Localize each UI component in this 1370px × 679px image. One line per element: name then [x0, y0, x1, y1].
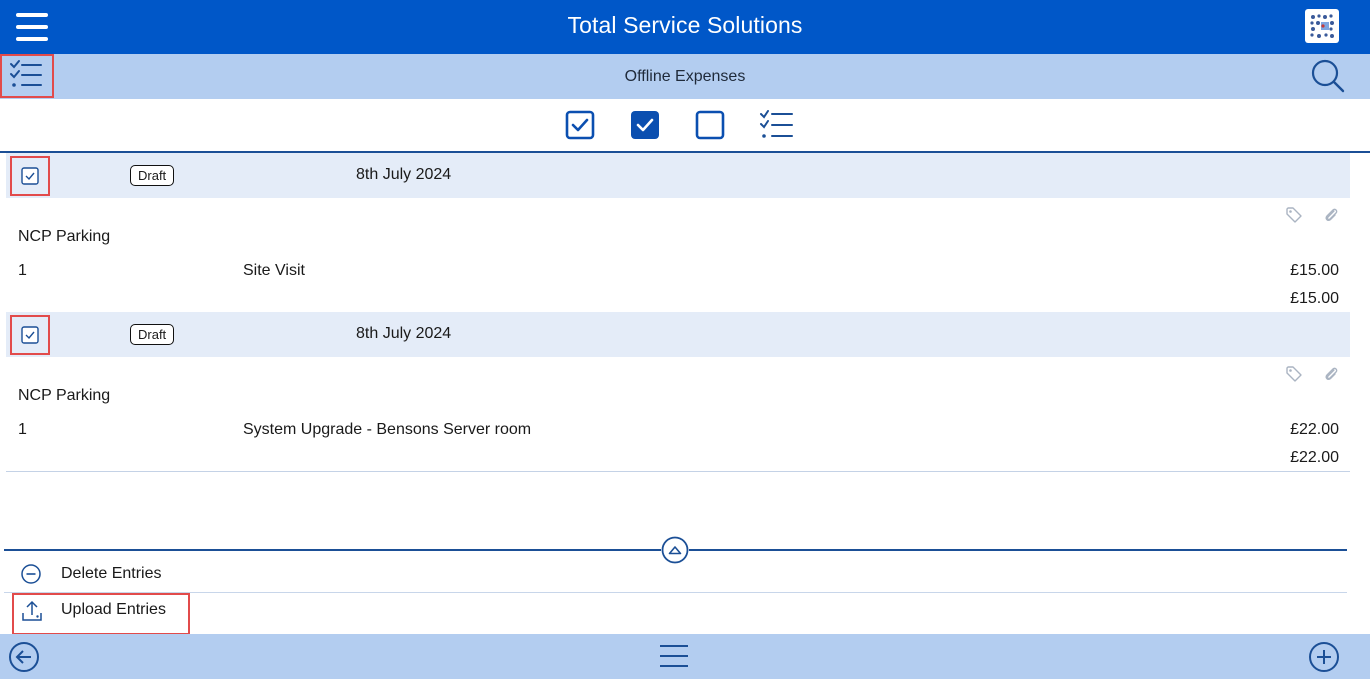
expense-total: £22.00: [1290, 449, 1339, 466]
expense-category: NCP Parking: [18, 228, 111, 245]
checkbox-checked-outline-icon[interactable]: [564, 109, 596, 141]
checkbox-checked-icon: [21, 326, 39, 344]
checkbox-empty-icon[interactable]: [694, 109, 726, 141]
entry-checkbox[interactable]: [10, 315, 50, 355]
bottom-toolbar: [0, 634, 1370, 679]
paperclip-icon[interactable]: [1322, 365, 1340, 388]
add-entry-icon[interactable]: [1308, 641, 1340, 678]
upload-icon: [20, 599, 44, 628]
app-title: Total Service Solutions: [567, 12, 803, 38]
expense-amount: £22.00: [1290, 421, 1339, 438]
expense-quantity: 1: [18, 262, 27, 279]
entry-checkbox[interactable]: [10, 156, 50, 196]
paperclip-icon[interactable]: [1322, 206, 1340, 229]
page-title: Offline Expenses: [624, 68, 746, 85]
tag-icon[interactable]: [1285, 206, 1303, 229]
tag-icon[interactable]: [1285, 365, 1303, 388]
app-logo-icon[interactable]: [1305, 9, 1339, 43]
upload-entries-label: Upload Entries: [61, 601, 166, 618]
delete-entries-label: Delete Entries: [61, 565, 162, 582]
upload-entries-button[interactable]: Upload Entries: [4, 593, 1347, 635]
back-arrow-icon[interactable]: [8, 641, 40, 678]
minus-circle-icon: [20, 563, 42, 590]
delete-entries-button[interactable]: Delete Entries: [4, 555, 1347, 593]
page-subheader: Offline Expenses: [0, 54, 1370, 99]
expense-total: £15.00: [1290, 290, 1339, 307]
entry-date: 8th July 2024: [356, 325, 452, 342]
status-badge: Draft: [130, 165, 175, 186]
entry-details[interactable]: NCP Parking 1 System Upgrade - Bensons S…: [6, 357, 1350, 472]
expense-description: Site Visit: [243, 262, 305, 279]
checkbox-checked-filled-icon[interactable]: [629, 109, 661, 141]
entry-details[interactable]: NCP Parking 1 Site Visit £15.00 £15.00: [6, 198, 1350, 313]
menu-icon[interactable]: [658, 642, 690, 675]
expense-category: NCP Parking: [18, 387, 111, 404]
entry-date: 8th July 2024: [356, 166, 452, 183]
filter-bar: [0, 99, 1370, 153]
entry-header[interactable]: Draft 8th July 2024: [6, 153, 1350, 198]
app-header: Total Service Solutions: [0, 0, 1370, 54]
expense-amount: £15.00: [1290, 262, 1339, 279]
expense-quantity: 1: [18, 421, 27, 438]
expense-description: System Upgrade - Bensons Server room: [243, 421, 532, 438]
entry-header[interactable]: Draft 8th July 2024: [6, 312, 1350, 357]
checkbox-checked-icon: [21, 167, 39, 185]
checklist-icon[interactable]: [758, 109, 796, 141]
search-icon[interactable]: [1309, 57, 1347, 100]
status-badge: Draft: [130, 324, 175, 345]
